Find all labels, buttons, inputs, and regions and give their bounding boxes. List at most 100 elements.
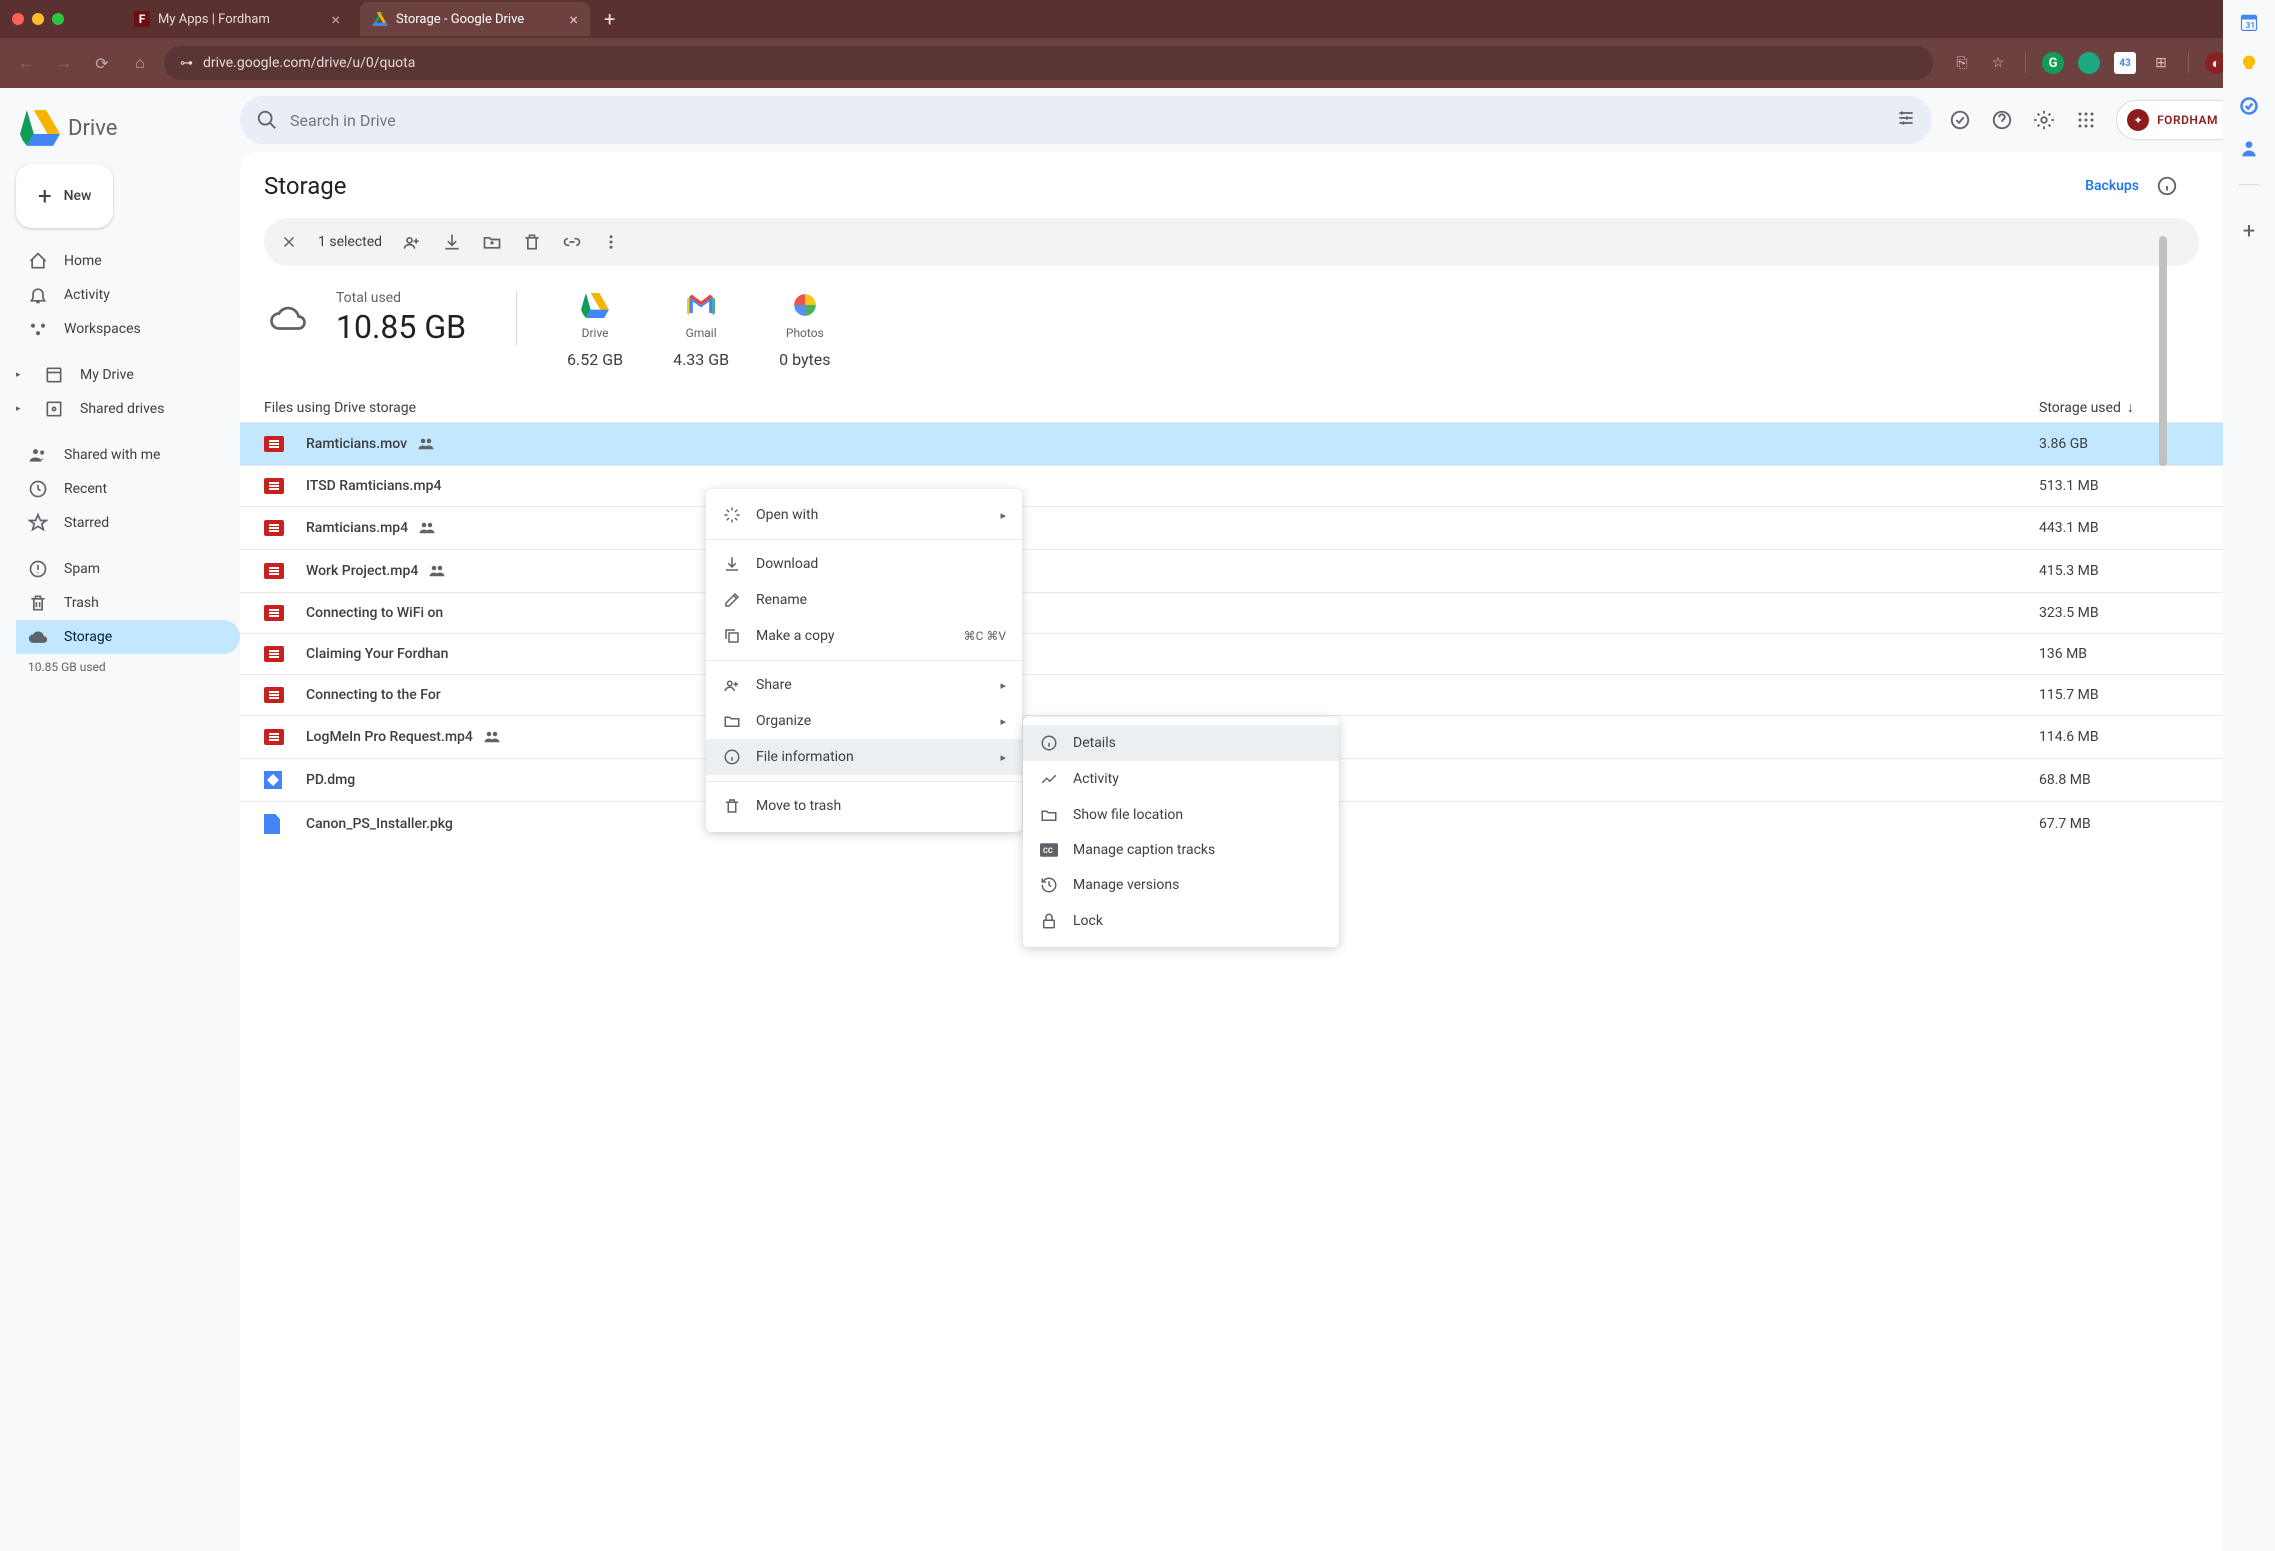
delete-button[interactable] — [522, 232, 542, 252]
sub-activity[interactable]: Activity — [1023, 761, 1339, 797]
activity-icon — [1039, 770, 1059, 788]
back-button[interactable]: ← — [12, 49, 40, 77]
nav-shared-with-me[interactable]: Shared with me — [16, 438, 240, 472]
close-tab-icon[interactable]: × — [331, 10, 340, 29]
category-photos[interactable]: Photos 0 bytes — [779, 290, 830, 369]
category-gmail[interactable]: Gmail 4.33 GB — [673, 290, 729, 369]
apps-grid-icon[interactable] — [2074, 108, 2098, 132]
forward-button[interactable]: → — [50, 49, 78, 77]
column-size-header[interactable]: Storage used ↓ — [2039, 399, 2199, 416]
video-file-icon — [264, 563, 284, 579]
file-row[interactable]: Connecting to the For115.7 MB — [240, 674, 2223, 715]
get-addons-icon[interactable]: + — [2239, 221, 2259, 241]
context-menu: Open with ▸ Download Rename Make a copy … — [706, 489, 1022, 832]
category-drive[interactable]: Drive 6.52 GB — [567, 290, 623, 369]
history-icon — [1039, 876, 1059, 894]
browser-tab-drive[interactable]: Storage - Google Drive × — [360, 2, 590, 36]
ctx-open-with[interactable]: Open with ▸ — [706, 497, 1022, 533]
nav-trash[interactable]: Trash — [16, 586, 240, 620]
sub-lock[interactable]: Lock — [1023, 903, 1339, 939]
ctx-rename[interactable]: Rename — [706, 582, 1022, 618]
nav-activity[interactable]: Activity — [16, 278, 240, 312]
search-options-icon[interactable] — [1896, 108, 1916, 132]
info-icon[interactable] — [2155, 174, 2179, 198]
ctx-share[interactable]: Share ▸ — [706, 667, 1022, 703]
site-info-icon[interactable]: ⊶ — [180, 56, 193, 71]
cloud-icon — [28, 627, 48, 647]
tasks-sideapp-icon[interactable] — [2239, 96, 2259, 116]
video-file-icon — [264, 687, 284, 703]
download-button[interactable] — [442, 232, 462, 252]
search-box[interactable] — [240, 96, 1932, 144]
close-window-button[interactable] — [12, 13, 24, 25]
bookmark-star-icon[interactable]: ☆ — [1987, 52, 2009, 74]
nav-label: Home — [64, 253, 102, 269]
reload-button[interactable]: ⟳ — [88, 49, 116, 77]
total-used-label: Total used — [336, 290, 466, 306]
file-name-text: Ramticians.mov — [306, 436, 407, 452]
drive-category-icon — [581, 290, 609, 320]
column-name-header: Files using Drive storage — [264, 400, 2039, 416]
share-button[interactable] — [402, 232, 422, 252]
maximize-window-button[interactable] — [52, 13, 64, 25]
support-icon[interactable] — [1990, 108, 2014, 132]
nav-spam[interactable]: Spam — [16, 552, 240, 586]
more-button[interactable] — [602, 233, 620, 251]
drive-logo[interactable]: Drive — [16, 96, 240, 164]
nav-workspaces[interactable]: Workspaces — [16, 312, 240, 346]
shared-icon — [28, 445, 48, 465]
copy-icon — [722, 627, 742, 645]
share-icon — [722, 676, 742, 694]
home-icon — [28, 251, 48, 271]
ctx-move-to-trash[interactable]: Move to trash — [706, 788, 1022, 824]
close-tab-icon[interactable]: × — [569, 10, 578, 29]
new-button[interactable]: + New — [16, 164, 113, 228]
video-file-icon — [264, 436, 284, 452]
extensions-menu-icon[interactable]: ⊞ — [2150, 52, 2172, 74]
search-input[interactable] — [290, 111, 1884, 130]
file-row[interactable]: Work Project.mp4415.3 MB — [240, 549, 2223, 592]
scrollbar[interactable] — [2159, 236, 2167, 466]
ctx-file-information[interactable]: File information ▸ — [706, 739, 1022, 775]
nav-recent[interactable]: Recent — [16, 472, 240, 506]
sub-details[interactable]: Details — [1023, 725, 1339, 761]
file-row[interactable]: Connecting to WiFi on323.5 MB — [240, 592, 2223, 633]
install-app-icon[interactable]: ⎘ — [1951, 52, 1973, 74]
expand-icon[interactable]: ▸ — [16, 404, 28, 414]
nav-my-drive[interactable]: ▸ My Drive — [16, 358, 240, 392]
grammarly-extension-icon[interactable]: G — [2042, 52, 2064, 74]
home-button[interactable]: ⌂ — [126, 49, 154, 77]
nav-starred[interactable]: Starred — [16, 506, 240, 540]
browser-tab-fordham[interactable]: F My Apps | Fordham × — [122, 2, 352, 36]
file-row[interactable]: Ramticians.mov3.86 GB — [240, 422, 2223, 465]
nav-home[interactable]: Home — [16, 244, 240, 278]
calendar-extension-icon[interactable]: 43 — [2114, 52, 2136, 74]
separator — [2188, 53, 2189, 73]
settings-icon[interactable] — [2032, 108, 2056, 132]
ctx-download[interactable]: Download — [706, 546, 1022, 582]
file-row[interactable]: Ramticians.mp4443.1 MB — [240, 506, 2223, 549]
ctx-make-copy[interactable]: Make a copy ⌘C ⌘V — [706, 618, 1022, 654]
minimize-window-button[interactable] — [32, 13, 44, 25]
nav-storage[interactable]: Storage — [16, 620, 240, 654]
backups-link[interactable]: Backups — [2085, 178, 2139, 194]
sub-captions[interactable]: CC Manage caption tracks — [1023, 833, 1339, 867]
ready-offline-icon[interactable] — [1948, 108, 1972, 132]
address-bar[interactable]: ⊶ drive.google.com/drive/u/0/quota — [164, 46, 1933, 80]
ctx-organize[interactable]: Organize ▸ — [706, 703, 1022, 739]
link-button[interactable] — [562, 232, 582, 252]
sub-versions[interactable]: Manage versions — [1023, 867, 1339, 903]
move-button[interactable] — [482, 232, 502, 252]
nav-shared-drives[interactable]: ▸ Shared drives — [16, 392, 240, 426]
contacts-sideapp-icon[interactable] — [2239, 138, 2259, 158]
expand-icon[interactable]: ▸ — [16, 370, 28, 380]
file-row[interactable]: ITSD Ramticians.mp4513.1 MB — [240, 465, 2223, 506]
clear-selection-icon[interactable] — [280, 233, 298, 251]
favicon-fordham: F — [134, 11, 150, 27]
sub-show-location[interactable]: Show file location — [1023, 797, 1339, 833]
org-logo-icon: ✦ — [2127, 109, 2149, 131]
content-area: Storage Backups 1 selected Total used — [240, 152, 2223, 1551]
file-row[interactable]: Claiming Your Fordhan136 MB — [240, 633, 2223, 674]
extension-icon[interactable] — [2078, 52, 2100, 74]
new-tab-button[interactable]: + — [598, 7, 621, 31]
